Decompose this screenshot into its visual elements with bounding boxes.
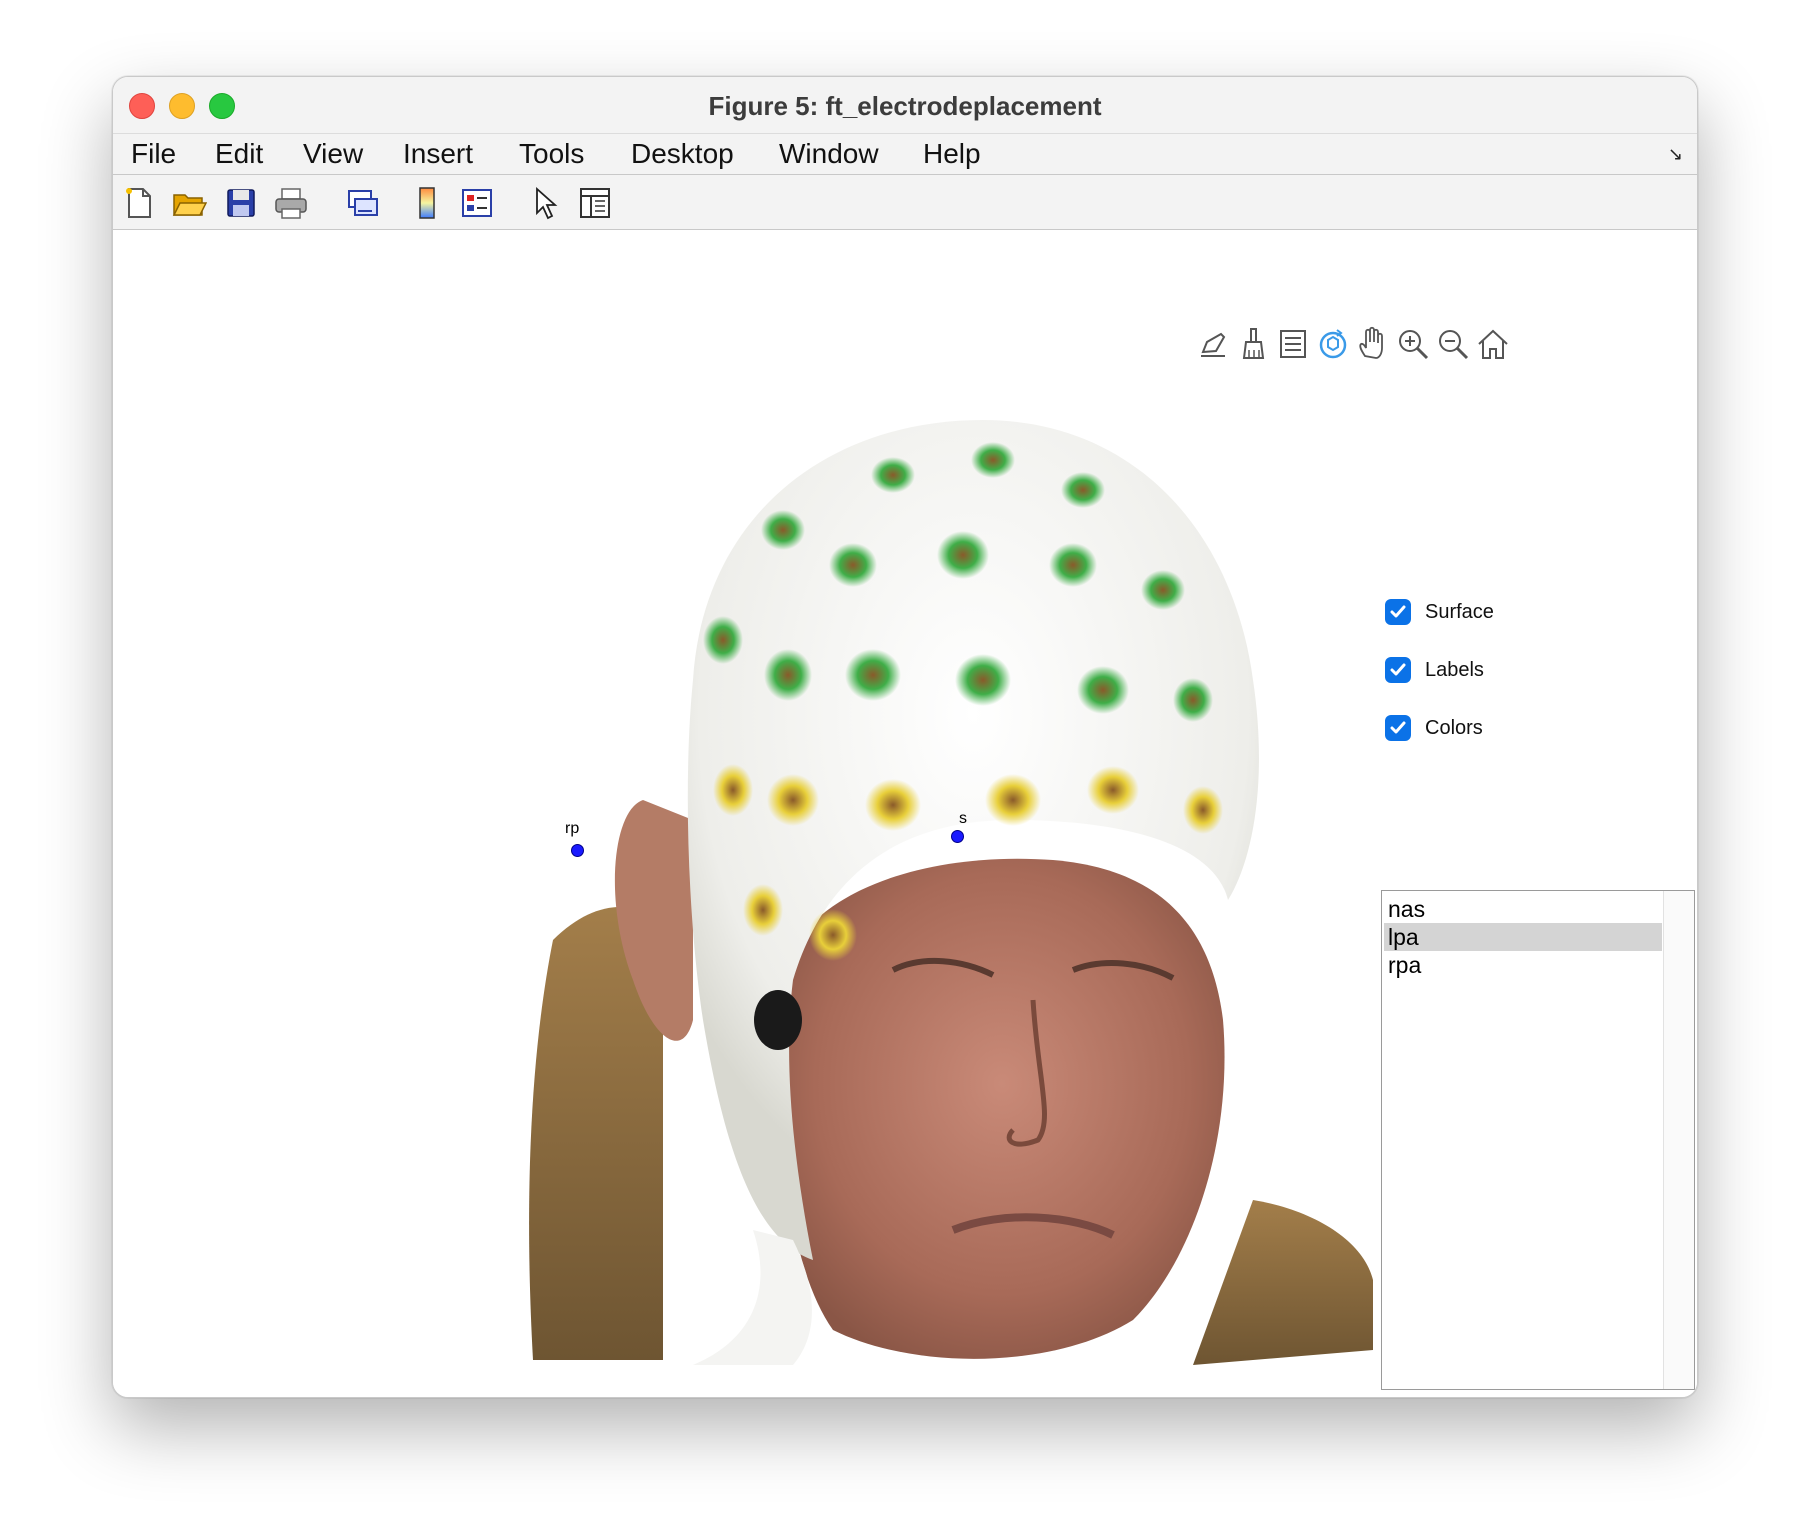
title-bar: Figure 5: ft_electrodeplacement: [113, 77, 1697, 134]
check-icon[interactable]: [1385, 657, 1411, 683]
insert-legend-icon[interactable]: [459, 185, 495, 221]
dock-arrow-icon[interactable]: ↘: [1668, 144, 1683, 165]
figure-window: Figure 5: ft_electrodeplacement File Edi…: [112, 76, 1698, 1398]
marker-label: s: [959, 810, 967, 827]
menu-view[interactable]: View: [303, 138, 363, 170]
save-icon[interactable]: [223, 185, 259, 221]
menu-bar: File Edit View Insert Tools Desktop Wind…: [113, 134, 1697, 175]
insert-colorbar-icon[interactable]: [409, 185, 445, 221]
brush-icon[interactable]: [1235, 326, 1271, 362]
figure-canvas[interactable]: rp s Surface Labels Colors nas lpa rpa: [113, 230, 1697, 1397]
zoom-out-icon[interactable]: [1435, 326, 1471, 362]
link-plot-icon[interactable]: [345, 185, 381, 221]
export-icon[interactable]: [1195, 326, 1231, 362]
data-tips-icon[interactable]: [1275, 326, 1311, 362]
check-icon[interactable]: [1385, 599, 1411, 625]
figure-toolbar: [113, 175, 1697, 230]
check-icon[interactable]: [1385, 715, 1411, 741]
menu-desktop[interactable]: Desktop: [631, 138, 734, 170]
menu-insert[interactable]: Insert: [403, 138, 473, 170]
colors-label: Colors: [1425, 716, 1483, 739]
new-figure-icon[interactable]: [121, 185, 157, 221]
list-item-lpa[interactable]: lpa: [1384, 923, 1662, 951]
marker-label: rp: [565, 820, 580, 837]
edit-plot-arrow-icon[interactable]: [527, 185, 563, 221]
property-inspector-icon[interactable]: [577, 185, 613, 221]
list-item-rpa[interactable]: rpa: [1384, 951, 1662, 979]
zoom-in-icon[interactable]: [1395, 326, 1431, 362]
fiducial-listbox[interactable]: nas lpa rpa: [1381, 890, 1695, 1390]
labels-label: Labels: [1425, 658, 1484, 681]
menu-file[interactable]: File: [131, 138, 176, 170]
listbox-scrollbar[interactable]: [1663, 891, 1694, 1389]
menu-tools[interactable]: Tools: [519, 138, 584, 170]
colors-checkbox[interactable]: Colors: [1385, 713, 1483, 743]
menu-edit[interactable]: Edit: [215, 138, 263, 170]
surface-checkbox[interactable]: Surface: [1385, 597, 1494, 627]
labels-checkbox[interactable]: Labels: [1385, 655, 1484, 685]
menu-window[interactable]: Window: [779, 138, 879, 170]
rotate-3d-icon[interactable]: [1315, 326, 1351, 362]
window-title: Figure 5: ft_electrodeplacement: [708, 91, 1102, 121]
pan-icon[interactable]: [1355, 326, 1391, 362]
fiducial-marker[interactable]: [571, 844, 584, 857]
open-file-icon[interactable]: [171, 185, 207, 221]
fiducial-marker[interactable]: [951, 830, 964, 843]
surface-label: Surface: [1425, 600, 1494, 623]
list-item-nas[interactable]: nas: [1384, 895, 1662, 923]
head-surface-mesh[interactable]: [493, 380, 1433, 1365]
home-icon[interactable]: [1475, 326, 1511, 362]
menu-help[interactable]: Help: [923, 138, 981, 170]
print-icon[interactable]: [273, 185, 309, 221]
